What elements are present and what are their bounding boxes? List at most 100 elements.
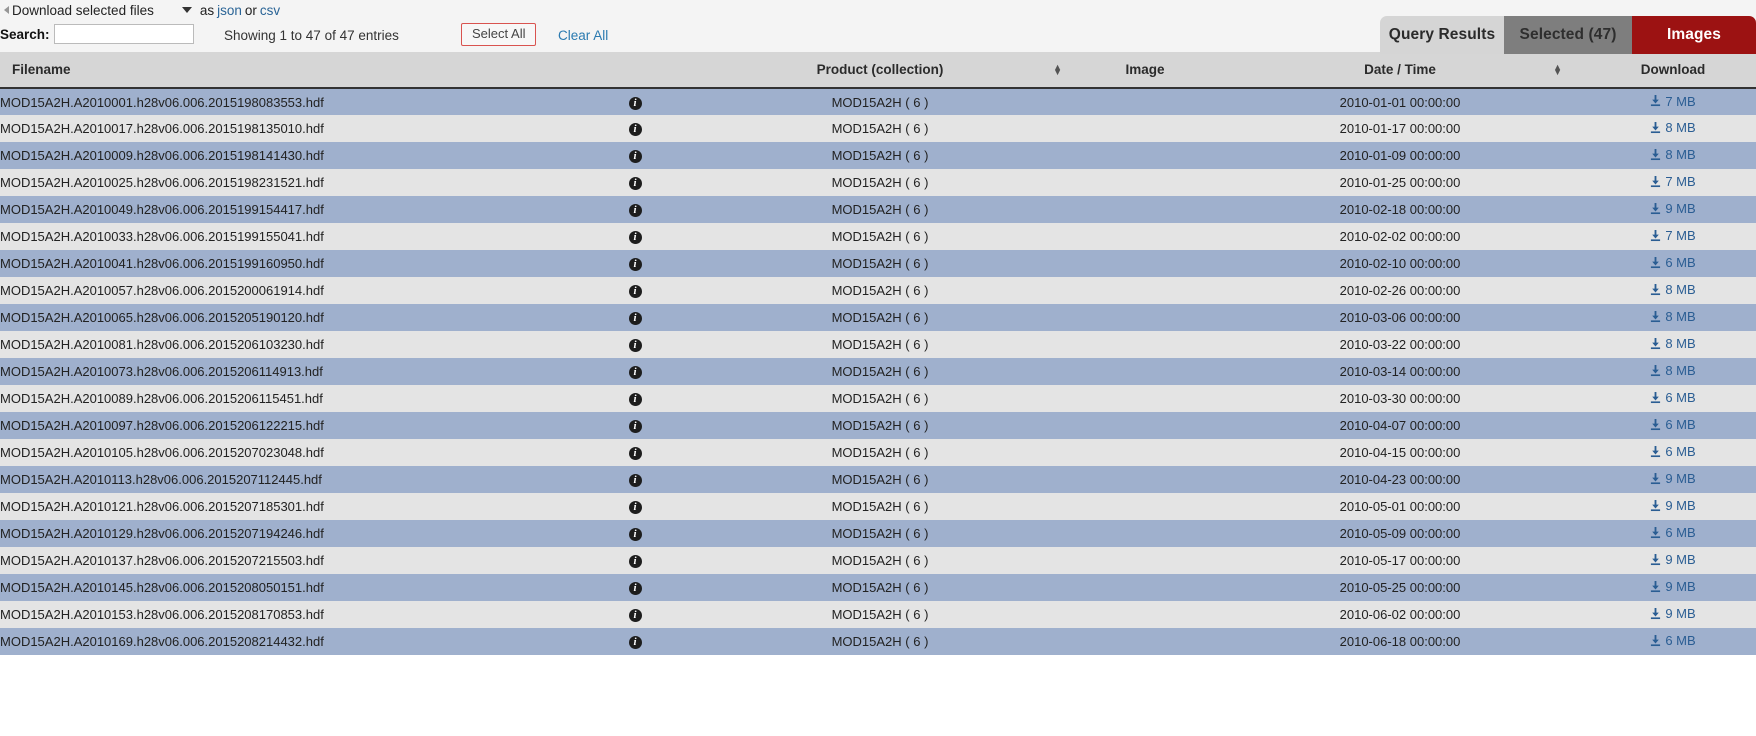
table-row[interactable]: MOD15A2H.A2010017.h28v06.006.20151981350…: [0, 115, 1756, 142]
info-icon[interactable]: i: [628, 231, 642, 245]
download-link[interactable]: 8 MB: [1650, 147, 1696, 162]
cell-filename[interactable]: MOD15A2H.A2010001.h28v06.006.20151980835…: [0, 88, 590, 115]
info-icon[interactable]: i: [628, 204, 642, 218]
download-link[interactable]: 8 MB: [1650, 336, 1696, 351]
cell-filename[interactable]: MOD15A2H.A2010097.h28v06.006.20152061222…: [0, 412, 590, 439]
table-row[interactable]: MOD15A2H.A2010025.h28v06.006.20151982315…: [0, 169, 1756, 196]
table-row[interactable]: MOD15A2H.A2010009.h28v06.006.20151981414…: [0, 142, 1756, 169]
info-icon[interactable]: i: [628, 177, 642, 191]
cell-info[interactable]: i: [590, 385, 680, 412]
select-all-button[interactable]: Select All: [461, 23, 537, 47]
cell-download[interactable]: 8 MB: [1590, 358, 1756, 385]
download-link[interactable]: 9 MB: [1650, 606, 1696, 621]
cell-info[interactable]: i: [590, 466, 680, 493]
cell-filename[interactable]: MOD15A2H.A2010041.h28v06.006.20151991609…: [0, 250, 590, 277]
info-icon[interactable]: i: [628, 150, 642, 164]
cell-filename[interactable]: MOD15A2H.A2010137.h28v06.006.20152072155…: [0, 547, 590, 574]
download-link[interactable]: 8 MB: [1650, 309, 1696, 324]
cell-download[interactable]: 8 MB: [1590, 304, 1756, 331]
cell-filename[interactable]: MOD15A2H.A2010049.h28v06.006.20151991544…: [0, 196, 590, 223]
cell-download[interactable]: 6 MB: [1590, 628, 1756, 655]
cell-info[interactable]: i: [590, 115, 680, 142]
download-link[interactable]: 6 MB: [1650, 255, 1696, 270]
cell-download[interactable]: 9 MB: [1590, 601, 1756, 628]
info-icon[interactable]: i: [628, 393, 642, 407]
collapse-caret-icon[interactable]: [4, 6, 9, 14]
chevron-down-icon[interactable]: [181, 7, 192, 13]
cell-filename[interactable]: MOD15A2H.A2010033.h28v06.006.20151991550…: [0, 223, 590, 250]
table-row[interactable]: MOD15A2H.A2010137.h28v06.006.20152072155…: [0, 547, 1756, 574]
download-link[interactable]: 7 MB: [1650, 94, 1696, 109]
cell-download[interactable]: 9 MB: [1590, 574, 1756, 601]
download-link[interactable]: 9 MB: [1650, 201, 1696, 216]
cell-info[interactable]: i: [590, 412, 680, 439]
clear-all-button[interactable]: Clear All: [558, 28, 608, 43]
table-row[interactable]: MOD15A2H.A2010049.h28v06.006.20151991544…: [0, 196, 1756, 223]
table-row[interactable]: MOD15A2H.A2010001.h28v06.006.20151980835…: [0, 88, 1756, 115]
cell-download[interactable]: 8 MB: [1590, 331, 1756, 358]
cell-info[interactable]: i: [590, 169, 680, 196]
info-icon[interactable]: i: [628, 447, 642, 461]
download-link[interactable]: 6 MB: [1650, 444, 1696, 459]
cell-download[interactable]: 8 MB: [1590, 277, 1756, 304]
cell-filename[interactable]: MOD15A2H.A2010009.h28v06.006.20151981414…: [0, 142, 590, 169]
cell-download[interactable]: 7 MB: [1590, 169, 1756, 196]
cell-download[interactable]: 6 MB: [1590, 385, 1756, 412]
cell-download[interactable]: 9 MB: [1590, 196, 1756, 223]
cell-info[interactable]: i: [590, 304, 680, 331]
cell-filename[interactable]: MOD15A2H.A2010081.h28v06.006.20152061032…: [0, 331, 590, 358]
cell-info[interactable]: i: [590, 142, 680, 169]
info-icon[interactable]: i: [628, 555, 642, 569]
download-json-link[interactable]: json: [217, 3, 242, 18]
tab-selected[interactable]: Selected (47): [1504, 16, 1632, 54]
cell-filename[interactable]: MOD15A2H.A2010073.h28v06.006.20152061149…: [0, 358, 590, 385]
cell-filename[interactable]: MOD15A2H.A2010153.h28v06.006.20152081708…: [0, 601, 590, 628]
cell-info[interactable]: i: [590, 277, 680, 304]
table-row[interactable]: MOD15A2H.A2010153.h28v06.006.20152081708…: [0, 601, 1756, 628]
cell-download[interactable]: 7 MB: [1590, 223, 1756, 250]
cell-download[interactable]: 9 MB: [1590, 547, 1756, 574]
info-icon[interactable]: i: [628, 339, 642, 353]
cell-filename[interactable]: MOD15A2H.A2010065.h28v06.006.20152051901…: [0, 304, 590, 331]
cell-download[interactable]: 8 MB: [1590, 115, 1756, 142]
table-row[interactable]: MOD15A2H.A2010113.h28v06.006.20152071124…: [0, 466, 1756, 493]
tab-query-results[interactable]: Query Results: [1380, 16, 1504, 54]
table-row[interactable]: MOD15A2H.A2010073.h28v06.006.20152061149…: [0, 358, 1756, 385]
sort-arrows-datetime-icon[interactable]: ▲ ▼: [1553, 62, 1562, 76]
download-link[interactable]: 7 MB: [1650, 174, 1696, 189]
table-row[interactable]: MOD15A2H.A2010065.h28v06.006.20152051901…: [0, 304, 1756, 331]
table-row[interactable]: MOD15A2H.A2010089.h28v06.006.20152061154…: [0, 385, 1756, 412]
column-header-filename[interactable]: Filename ▲▼: [0, 52, 621, 89]
cell-filename[interactable]: MOD15A2H.A2010089.h28v06.006.20152061154…: [0, 385, 590, 412]
info-icon[interactable]: i: [628, 258, 642, 272]
cell-filename[interactable]: MOD15A2H.A2010129.h28v06.006.20152071942…: [0, 520, 590, 547]
cell-info[interactable]: i: [590, 601, 680, 628]
cell-info[interactable]: i: [590, 574, 680, 601]
download-link[interactable]: 6 MB: [1650, 633, 1696, 648]
table-row[interactable]: MOD15A2H.A2010169.h28v06.006.20152082144…: [0, 628, 1756, 655]
cell-info[interactable]: i: [590, 547, 680, 574]
info-icon[interactable]: i: [628, 123, 642, 137]
cell-info[interactable]: i: [590, 331, 680, 358]
cell-download[interactable]: 6 MB: [1590, 439, 1756, 466]
info-icon[interactable]: i: [628, 501, 642, 515]
table-row[interactable]: MOD15A2H.A2010105.h28v06.006.20152070230…: [0, 439, 1756, 466]
column-header-product[interactable]: Product (collection) ▲ ▼: [680, 52, 1080, 89]
info-icon[interactable]: i: [628, 312, 642, 326]
table-row[interactable]: MOD15A2H.A2010097.h28v06.006.20152061222…: [0, 412, 1756, 439]
cell-filename[interactable]: MOD15A2H.A2010057.h28v06.006.20152000619…: [0, 277, 590, 304]
info-icon[interactable]: i: [628, 366, 642, 380]
cell-download[interactable]: 7 MB: [1590, 88, 1756, 115]
table-row[interactable]: MOD15A2H.A2010121.h28v06.006.20152071853…: [0, 493, 1756, 520]
cell-download[interactable]: 9 MB: [1590, 493, 1756, 520]
cell-filename[interactable]: MOD15A2H.A2010017.h28v06.006.20151981350…: [0, 115, 590, 142]
cell-info[interactable]: i: [590, 223, 680, 250]
table-row[interactable]: MOD15A2H.A2010129.h28v06.006.20152071942…: [0, 520, 1756, 547]
cell-filename[interactable]: MOD15A2H.A2010105.h28v06.006.20152070230…: [0, 439, 590, 466]
info-icon[interactable]: i: [628, 636, 642, 650]
info-icon[interactable]: i: [628, 420, 642, 434]
column-header-datetime[interactable]: Date / Time ▲ ▼: [1210, 52, 1590, 89]
info-icon[interactable]: i: [628, 609, 642, 623]
cell-info[interactable]: i: [590, 439, 680, 466]
cell-info[interactable]: i: [590, 250, 680, 277]
